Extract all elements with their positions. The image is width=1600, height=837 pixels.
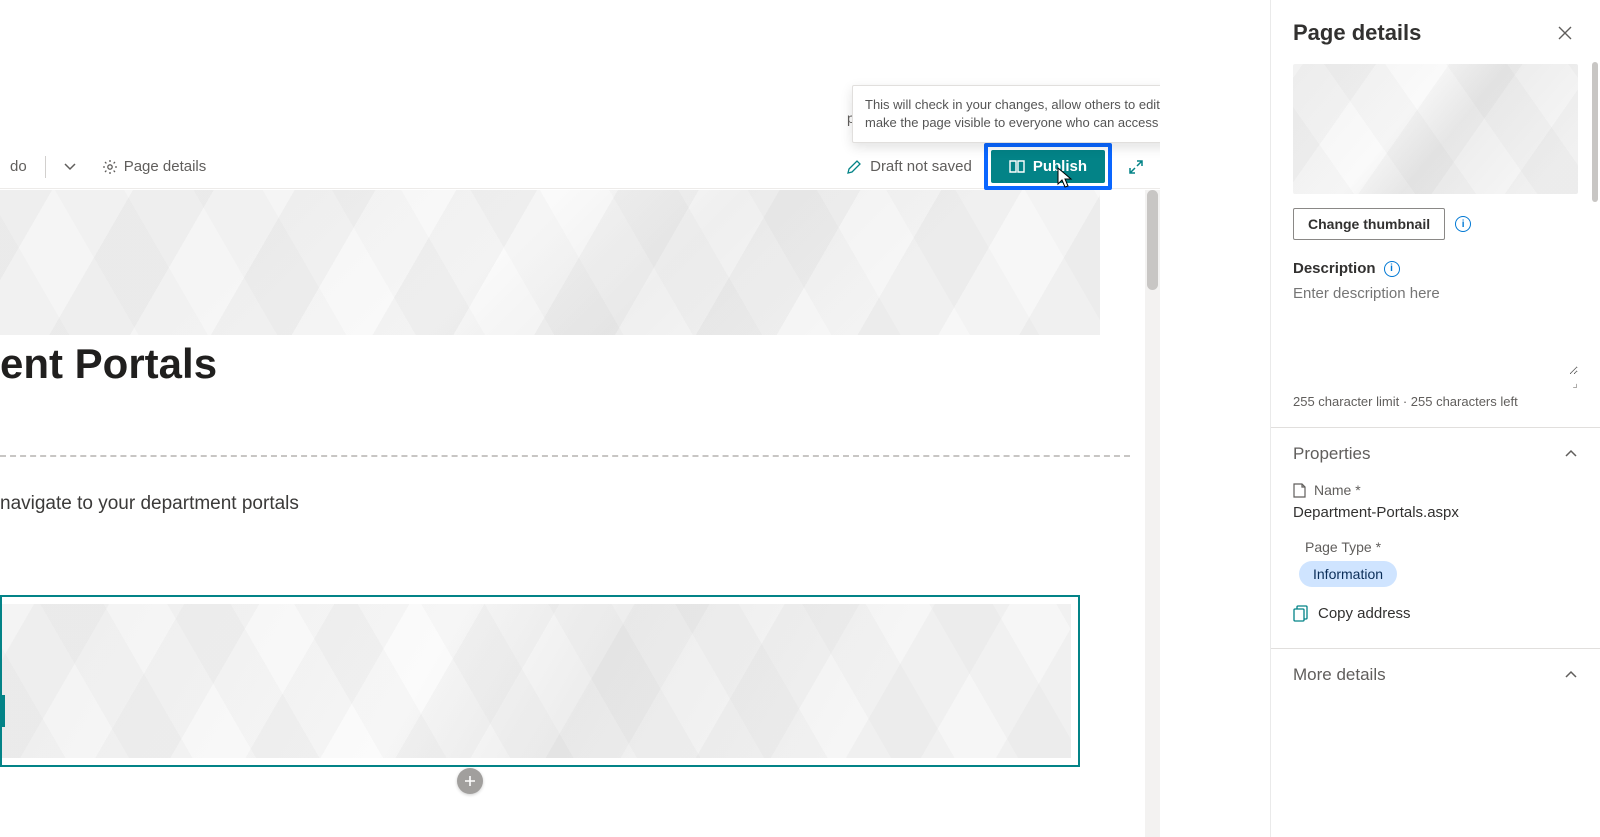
expand-button[interactable] bbox=[1124, 155, 1148, 179]
file-icon bbox=[1293, 483, 1306, 498]
name-label: Name * bbox=[1314, 482, 1361, 498]
copy-address-button[interactable]: Copy address bbox=[1293, 605, 1578, 622]
publish-label: Publish bbox=[1033, 158, 1087, 175]
info-icon[interactable]: i bbox=[1455, 216, 1471, 232]
page-type-label: Page Type * bbox=[1305, 539, 1381, 555]
selected-webpart[interactable] bbox=[0, 595, 1080, 767]
change-thumbnail-button[interactable]: Change thumbnail bbox=[1293, 208, 1445, 240]
hero-banner bbox=[0, 190, 1100, 335]
undo-chevron[interactable] bbox=[54, 155, 86, 179]
close-icon bbox=[1558, 26, 1572, 40]
page-title[interactable]: ent Portals bbox=[0, 340, 217, 388]
more-details-section-toggle[interactable]: More details bbox=[1293, 665, 1578, 685]
divider bbox=[1271, 427, 1600, 428]
properties-label: Properties bbox=[1293, 444, 1370, 464]
thumbnail-preview bbox=[1293, 64, 1578, 194]
publish-highlight-box: Publish bbox=[984, 143, 1112, 190]
editor-toolbar: do Page details Draft not saved bbox=[0, 145, 1160, 189]
chevron-down-icon bbox=[64, 161, 76, 173]
page-details-panel: Page details Change thumbnail i Descript… bbox=[1270, 0, 1600, 837]
panel-title: Page details bbox=[1293, 20, 1421, 46]
properties-section-toggle[interactable]: Properties bbox=[1293, 444, 1578, 464]
draft-status: Draft not saved bbox=[846, 158, 972, 175]
book-open-icon bbox=[1009, 160, 1025, 174]
page-type-pill[interactable]: Information bbox=[1299, 561, 1397, 587]
pencil-icon bbox=[846, 159, 862, 175]
copy-address-label: Copy address bbox=[1318, 605, 1411, 622]
webpart-image bbox=[2, 604, 1071, 758]
divider bbox=[1271, 648, 1600, 649]
name-value[interactable]: Department-Portals.aspx bbox=[1293, 504, 1578, 521]
chevron-up-icon bbox=[1564, 447, 1578, 461]
char-limit-text: 255 character limit · 255 characters lef… bbox=[1293, 394, 1578, 409]
publish-button[interactable]: Publish bbox=[991, 150, 1105, 183]
panel-scroll-thumb[interactable] bbox=[1592, 62, 1598, 202]
panel-scrollbar[interactable] bbox=[1592, 62, 1598, 822]
undo-button[interactable]: do bbox=[0, 152, 37, 181]
close-panel-button[interactable] bbox=[1552, 20, 1578, 46]
tooltip-text: This will check in your changes, allow o… bbox=[865, 97, 1160, 130]
info-icon[interactable]: i bbox=[1384, 261, 1400, 277]
expand-icon bbox=[1128, 159, 1144, 175]
copy-icon bbox=[1293, 605, 1308, 622]
page-subtitle[interactable]: navigate to your department portals bbox=[0, 493, 299, 515]
publish-tooltip: This will check in your changes, allow o… bbox=[852, 85, 1160, 143]
plus-icon bbox=[464, 775, 476, 787]
section-divider bbox=[0, 455, 1130, 457]
undo-label: do bbox=[10, 158, 27, 175]
scroll-thumb[interactable] bbox=[1147, 190, 1158, 290]
vertical-scrollbar[interactable]: ▲ bbox=[1145, 190, 1160, 837]
resize-handle-icon[interactable]: ⌟ bbox=[1293, 376, 1578, 390]
page-details-label: Page details bbox=[124, 158, 207, 175]
add-section-button[interactable] bbox=[457, 768, 483, 794]
separator bbox=[45, 156, 46, 178]
webpart-handle[interactable] bbox=[0, 695, 5, 727]
chevron-up-icon bbox=[1564, 668, 1578, 682]
page-details-button[interactable]: Page details bbox=[92, 152, 217, 181]
gear-icon bbox=[102, 159, 118, 175]
description-label: Description bbox=[1293, 260, 1376, 277]
more-details-label: More details bbox=[1293, 665, 1386, 685]
description-input[interactable] bbox=[1293, 285, 1578, 375]
draft-status-text: Draft not saved bbox=[870, 158, 972, 175]
